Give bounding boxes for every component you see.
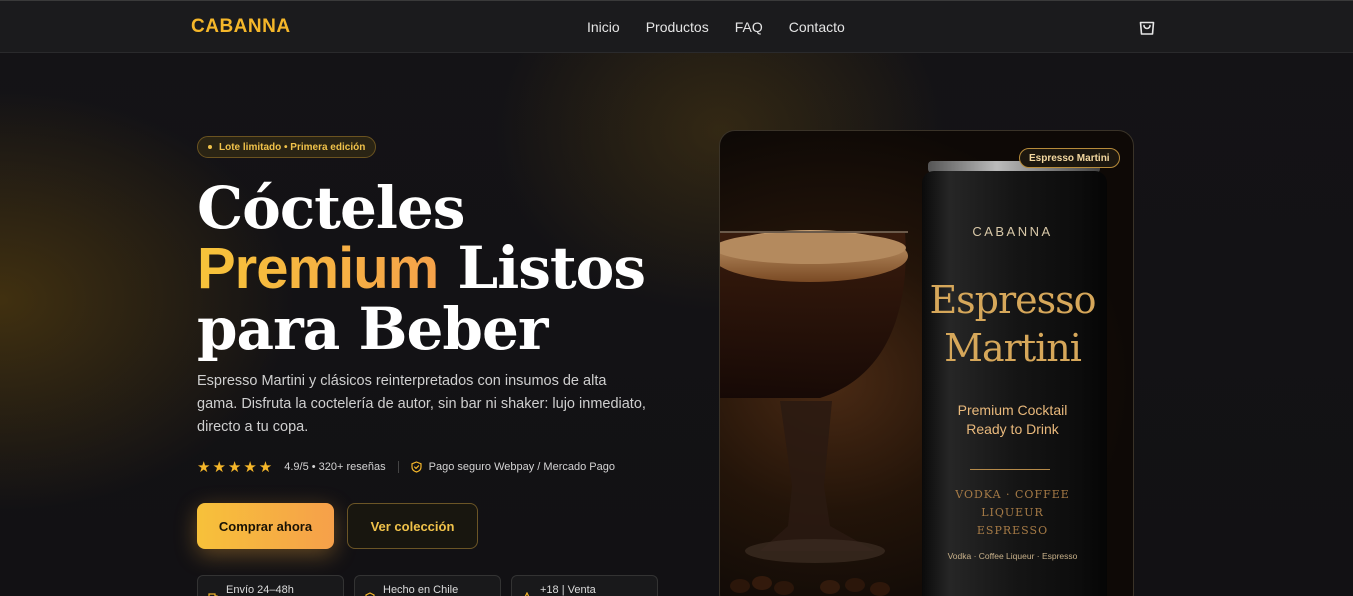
can-subtitle: Premium Cocktail Ready to Drink [925,401,1100,439]
buy-now-button[interactable]: Comprar ahora [197,503,334,549]
headline-line1: Cócteles [197,174,465,242]
can-title: Espresso Martini [920,276,1105,372]
top-navbar: CABANNA Inicio Productos FAQ Contacto [0,0,1353,53]
nav-links: Inicio Productos FAQ Contacto [587,19,871,35]
brand-logo[interactable]: CABANNA [191,16,291,38]
feature-age-text: +18 | Venta responsable [540,584,596,596]
feature-shipping: Envío 24–48h [197,575,344,596]
can-divider [970,469,1050,470]
can-title-line1: Espresso [929,278,1096,322]
shopping-bag-icon[interactable] [1137,17,1157,37]
can-ingredients-line2: ESPRESSO [976,524,1049,537]
headline-highlight: Premium [197,236,439,301]
headline-line2-rest: Listos [457,234,646,302]
hero-description: Espresso Martini y clásicos reinterpreta… [197,373,646,435]
badge-text: Lote limitado • Primera edición [219,141,366,153]
nav-link-productos[interactable]: Productos [646,19,709,35]
limited-edition-badge: Lote limitado • Primera edición [197,136,377,158]
rating-row: ★★★★★ 4.9/5 • 320+ reseñas Pago seguro W… [197,459,615,476]
warning-icon [522,591,532,596]
badge-dot [208,145,212,149]
hero-headline: Cócteles Premium Listos para Beber [197,178,667,359]
can-ingredients: VODKA · COFFEE LIQUEUR ESPRESSO [925,486,1100,540]
coffee-beans [730,576,890,596]
secure-payment-text: Pago seguro Webpay / Mercado Pago [428,461,615,473]
view-collection-button[interactable]: Ver colección [347,503,478,549]
divider [397,461,399,473]
nav-link-contacto[interactable]: Contacto [789,19,845,35]
can-footer-text: Vodka · Coffee Liqueur · Espresso [947,551,1078,561]
feature-made-in-chile-text: Hecho en Chile [383,584,459,596]
can-sub-line1: Premium Cocktail [957,402,1068,418]
product-tag: Espresso Martini [1019,148,1120,168]
can-sub-line2: Ready to Drink [966,421,1059,437]
rating-text: 4.9/5 • 320+ reseñas [284,461,386,473]
badge-check-icon [365,592,375,596]
truck-icon [208,592,218,596]
can-title-line2: Martini [944,326,1082,370]
feature-made-in-chile: Hecho en Chile [354,575,501,596]
shield-icon [411,461,422,473]
feature-age-restriction: +18 | Venta responsable [511,575,658,596]
nav-link-faq[interactable]: FAQ [735,19,763,35]
can-ingredients-line1: VODKA · COFFEE LIQUEUR [955,488,1070,519]
espresso-martini-glass [720,230,908,563]
nav-link-inicio[interactable]: Inicio [587,19,620,35]
product-image-card: Espresso Martini CABANNA Espresso Martin… [719,130,1134,596]
headline-line3: para Beber [197,295,548,363]
can-brand: CABANNA [972,224,1053,239]
feature-shipping-text: Envío 24–48h [226,584,294,596]
rating-stars: ★★★★★ [197,459,275,476]
